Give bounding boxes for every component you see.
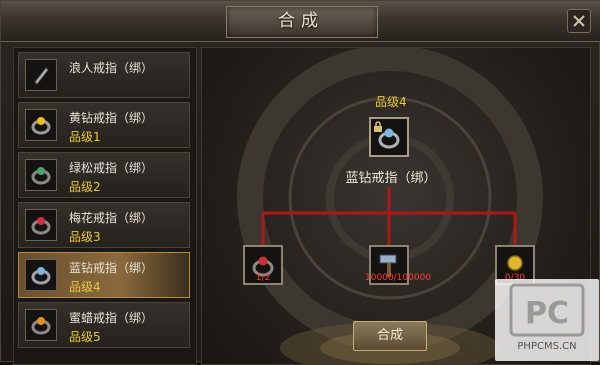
crafting-window: 合成 浪人戒指（绑） 黄钻戒指（绑） 品级1 绿松戒指（绑） 品级2 梅花戒指（…: [0, 0, 600, 365]
site-logo: PC: [509, 283, 585, 337]
item-name: 浪人戒指（绑）: [69, 61, 154, 75]
svg-text:PC: PC: [525, 296, 569, 331]
lock-icon: [374, 121, 382, 132]
recipe-item[interactable]: 绿松戒指（绑） 品级2: [18, 152, 190, 198]
item-slot: [25, 59, 57, 91]
material-count: 10000/100000: [365, 273, 432, 283]
recipe-item[interactable]: 黄钻戒指（绑） 品级1: [18, 102, 190, 148]
item-name: 梅花戒指（绑）: [69, 211, 154, 225]
plum-ring-icon: [31, 217, 51, 235]
item-grade: 品级2: [69, 180, 101, 194]
blade-ring-icon: [34, 67, 49, 85]
item-name: 绿松戒指（绑）: [69, 161, 154, 175]
craft-button[interactable]: 合成: [353, 321, 427, 351]
material-count: 1/2: [255, 273, 271, 283]
item-grade: 品级4: [69, 280, 101, 294]
target-grade: 品级4: [375, 95, 407, 109]
item-name: 蓝钻戒指（绑）: [69, 261, 154, 275]
recipe-item-selected[interactable]: 蓝钻戒指（绑） 品级4: [18, 252, 190, 298]
item-slot: [25, 209, 57, 241]
item-slot: [25, 159, 57, 191]
item-name: 蜜蜡戒指（绑）: [69, 311, 154, 325]
item-grade: 品级1: [69, 130, 101, 144]
close-button[interactable]: [567, 9, 591, 33]
item-grade: 品级3: [69, 230, 101, 244]
target-item-slot[interactable]: [369, 117, 409, 157]
amber-ring-icon: [31, 317, 51, 335]
target-name: 蓝钻戒指（绑）: [345, 171, 437, 186]
close-icon: [573, 15, 585, 27]
window-title: 合成: [278, 11, 324, 31]
item-name: 黄钻戒指（绑）: [69, 111, 154, 125]
recipe-item[interactable]: 蜜蜡戒指（绑） 品级5: [18, 302, 190, 348]
item-slot: [25, 309, 57, 341]
turquoise-ring-icon: [31, 167, 51, 185]
title-bar: 合成: [1, 1, 600, 42]
blue-gem-ring-icon: [31, 267, 51, 285]
recipe-item[interactable]: 梅花戒指（绑） 品级3: [18, 202, 190, 248]
item-grade: 品级5: [69, 330, 101, 344]
item-slot: [25, 109, 57, 141]
item-slot: [25, 259, 57, 291]
watermark: PC PHPCMS.CN: [495, 279, 599, 361]
yellow-gem-ring-icon: [31, 117, 51, 135]
recipe-list: 浪人戒指（绑） 黄钻戒指（绑） 品级1 绿松戒指（绑） 品级2 梅花戒指（绑） …: [13, 47, 197, 365]
recipe-item[interactable]: 浪人戒指（绑）: [18, 52, 190, 98]
watermark-text: PHPCMS.CN: [517, 341, 577, 352]
